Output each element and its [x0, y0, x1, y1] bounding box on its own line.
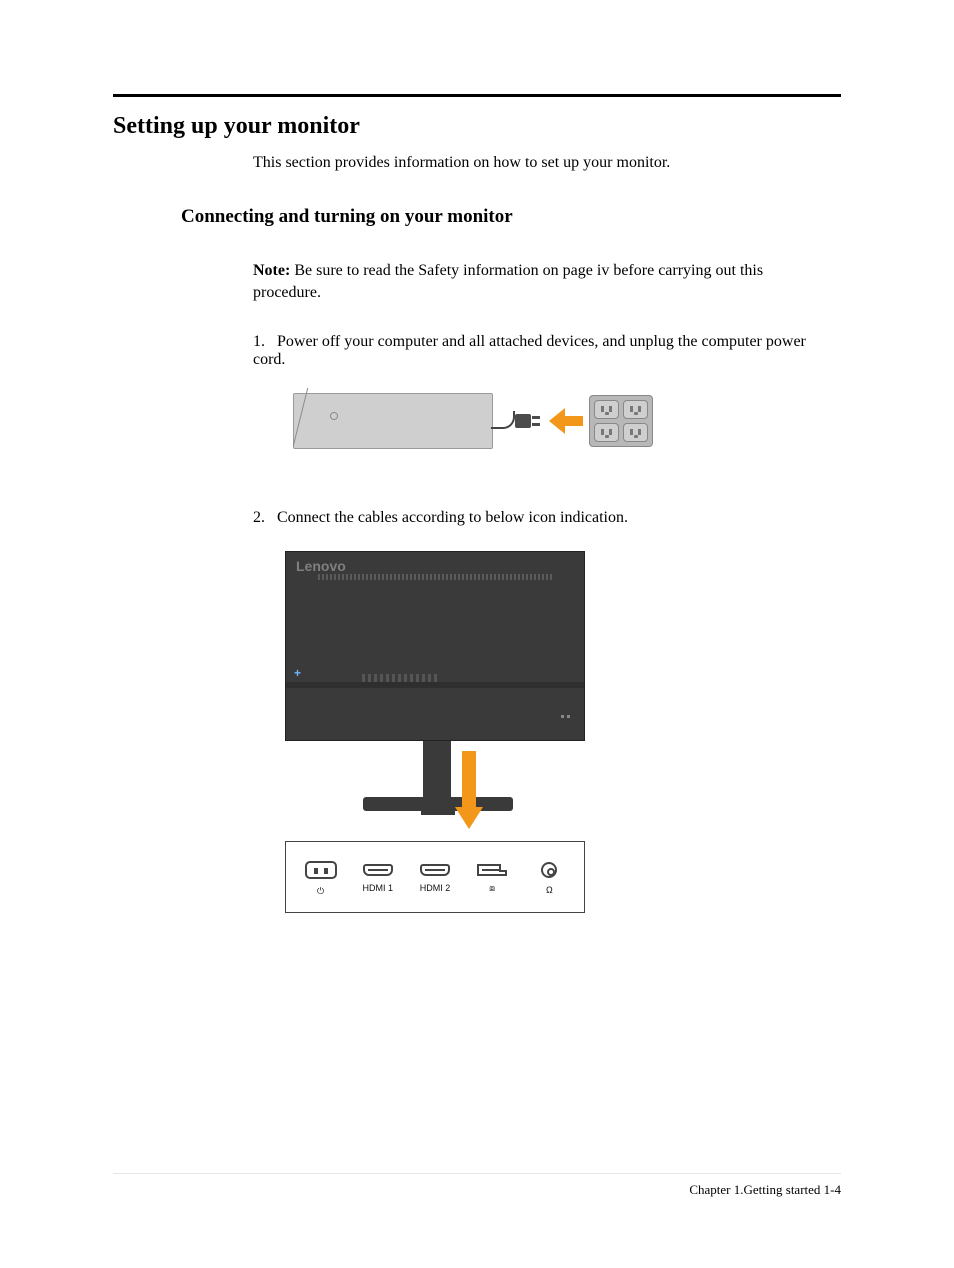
- page-footer: Chapter 1.Getting started 1-4: [113, 1173, 841, 1198]
- note-block: Note: Be sure to read the Safety informa…: [253, 260, 793, 303]
- plug-icon: [515, 412, 543, 430]
- ac-port-label: ⏻: [317, 885, 324, 897]
- port-audio: Ω: [525, 862, 573, 896]
- audio-jack-icon: [541, 862, 557, 878]
- step-2-text: Connect the cables according to below ic…: [277, 509, 628, 526]
- figure-1: [293, 393, 841, 449]
- hdmi-port-icon: [363, 864, 393, 876]
- intro-text: This section provides information on how…: [253, 154, 841, 172]
- note-text: Be sure to read the Safety information o…: [253, 262, 763, 301]
- arrow-down-icon: [455, 751, 483, 835]
- port-hdmi-1: HDMI 1: [354, 864, 402, 894]
- step-2-number: 2.: [253, 509, 273, 527]
- footer-text: Chapter 1.Getting started 1-4: [689, 1182, 841, 1197]
- wall-outlet-icon: [589, 395, 653, 447]
- note-label: Note:: [253, 262, 290, 279]
- ac-port-icon: [305, 861, 337, 879]
- hdmi-port-icon: [420, 864, 450, 876]
- monitor-brand-label: Lenovo: [296, 558, 346, 574]
- monitor-rear-icon: Lenovo +: [285, 551, 585, 741]
- arrow-left-icon: [549, 408, 583, 434]
- displayport-icon: [477, 864, 507, 876]
- control-dots-icon: [561, 715, 570, 718]
- hdmi1-label: HDMI 1: [363, 882, 394, 894]
- port-hdmi-2: HDMI 2: [411, 864, 459, 894]
- page-title: Setting up your monitor: [113, 113, 841, 140]
- step-1: 1. Power off your computer and all attac…: [253, 333, 841, 369]
- port-panel: ⏻ HDMI 1 HDMI 2 ⧈ Ω: [285, 841, 585, 913]
- audio-label: Ω: [546, 884, 553, 896]
- hdmi2-label: HDMI 2: [420, 882, 451, 894]
- plus-icon: +: [294, 666, 301, 680]
- port-displayport: ⧈: [468, 864, 516, 894]
- port-ac: ⏻: [297, 861, 345, 897]
- step-1-number: 1.: [253, 333, 273, 351]
- displayport-label: ⧈: [489, 882, 495, 894]
- figure-2: Lenovo + ⏻ HDMI 1 HDMI: [285, 551, 841, 913]
- computer-icon: [293, 393, 493, 449]
- step-2: 2. Connect the cables according to below…: [253, 509, 841, 527]
- step-1-text: Power off your computer and all attached…: [253, 333, 806, 368]
- top-rule: [113, 94, 841, 97]
- section-subheading: Connecting and turning on your monitor: [181, 206, 841, 228]
- power-cord-icon: [491, 405, 515, 437]
- monitor-stand-icon: [285, 741, 585, 833]
